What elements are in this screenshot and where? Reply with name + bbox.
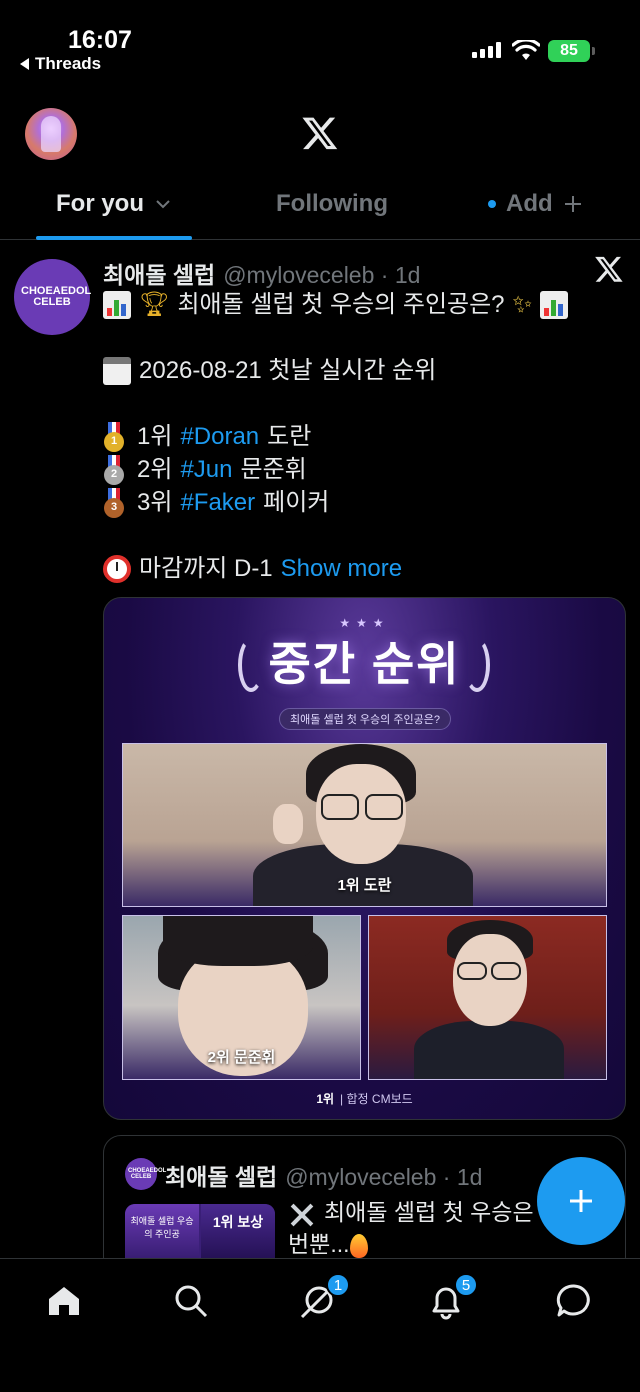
tweet-time: 1d [394,262,421,288]
nav-search[interactable] [171,1281,211,1321]
tab-add[interactable]: Add [488,190,583,218]
back-to-app-link[interactable]: Threads [20,54,101,74]
profile-avatar[interactable] [25,108,77,160]
rank2-photo: 2위 문준휘 [122,915,361,1080]
tab-following[interactable]: Following [276,190,388,218]
hashtag-link[interactable]: #Jun [180,453,232,486]
media-footer-rank: 1위 [316,1092,335,1106]
nav-home[interactable] [44,1281,84,1321]
messages-badge: 1 [326,1273,350,1297]
battery-indicator: 85 [548,40,595,62]
timeline-tabs: For you Following Add [0,172,640,240]
media-footer-text: 합정 CM보드 [346,1092,413,1106]
notifications-badge: 5 [454,1273,478,1297]
ranking-row: 3 3위 #Faker 페이커 [103,486,623,519]
nav-grok[interactable]: 1 [298,1273,350,1321]
tab-following-label: Following [276,190,388,217]
compose-post-button[interactable] [537,1157,625,1245]
x-logo-icon [302,117,338,150]
quoted-tweet-text: 최애돌 셀럽 첫 우승은 번뿐... [288,1199,534,1258]
bar-chart-icon [540,290,569,319]
nav-messages[interactable] [554,1281,594,1321]
rank-label: 1위 [137,423,173,450]
rank-label: 2위 [137,456,173,483]
nav-notifications[interactable]: 5 [426,1273,478,1321]
chevron-down-icon [156,200,170,209]
bottom-navigation: 1 5 [0,1258,640,1392]
quoted-tweet-header: 최애돌 셀럽 @myloveceleb · 1d [165,1158,482,1192]
chat-bubble-icon [556,1284,590,1317]
quoted-author-handle: @myloveceleb · 1d [285,1164,483,1190]
show-more-link[interactable]: Show more [281,552,402,585]
media-subtitle: 최애돌 셀럽 첫 우승의 주인공은? [279,708,451,730]
alarm-clock-icon [103,554,131,583]
sparkles-icon: ✨︎ [512,291,533,318]
rank-name: 문준휘 [240,456,307,483]
plus-icon [570,1190,592,1212]
rank-label: 3위 [137,489,173,516]
rank1-caption: 1위 도란 [337,877,392,894]
back-arrow-icon [20,58,29,70]
media-footer: 1위 | 합정 CM보드 [316,1092,413,1106]
battery-level: 85 [560,42,578,59]
crossed-swords-icon [288,1201,316,1227]
tweet-avatar-text: CHOEAEDOL CELEB [21,285,92,308]
tweet-deadline: 마감까지 D-1 [139,555,273,582]
tweet-media-image[interactable]: ★★★ 중간 순위 최애돌 셀럽 첫 우승의 주인공은? 1위 도란 2위 문준… [103,597,626,1120]
unread-dot-icon [488,200,496,208]
bronze-medal-icon: 3 [103,487,125,518]
active-tab-indicator [36,236,192,240]
plus-icon [564,196,581,212]
tweet-text: 🏆︎ 최애돌 셀럽 첫 우승의 주인공은? ✨︎ 2026-08-21 첫날 실… [103,288,623,585]
status-bar: 16:07 Threads 85 [0,0,640,88]
tweet-author-name[interactable]: 최애돌 셀럽 [103,256,215,290]
tweet-author-avatar[interactable]: CHOEAEDOL CELEB [14,259,92,335]
rank-name: 페이커 [263,489,330,516]
bar-chart-icon [103,290,131,319]
quoted-author-avatar: CHOEAEDOL CELEB [125,1158,166,1190]
tab-for-you[interactable]: For you [56,190,172,218]
rank3-photo [368,915,607,1080]
back-app-label: Threads [35,54,102,73]
ranking-row: 2 2위 #Jun 문준휘 [103,453,623,486]
rank-name: 도란 [267,423,312,450]
rank2-caption: 2위 문준휘 [207,1049,276,1066]
gold-medal-icon: 1 [103,421,125,452]
media-title: 중간 순위 [268,638,461,690]
quoted-author-name: 최애돌 셀럽 [165,1164,278,1190]
x-logo-icon[interactable] [594,254,624,284]
calendar-icon [103,356,131,385]
hashtag-link[interactable]: #Faker [180,486,255,519]
hashtag-link[interactable]: #Doran [180,420,259,453]
silver-medal-icon: 2 [103,454,125,485]
tweet-author-handle[interactable]: @myloveceleb · 1d [223,262,420,289]
search-icon [175,1285,208,1318]
trophy-icon: 🏆︎ [139,291,170,318]
rank1-photo: 1위 도란 [122,743,607,907]
tweet-title: 최애돌 셀럽 첫 우승의 주인공은? [177,291,505,318]
wifi-icon [512,40,540,60]
cellular-signal-icon [472,42,501,58]
tab-for-you-label: For you [56,190,144,217]
home-icon [49,1287,79,1315]
tweet-header: 최애돌 셀럽 @myloveceleb · 1d [103,256,420,290]
ranking-row: 1 1위 #Doran 도란 [103,420,623,453]
tweet-date-line: 2026-08-21 첫날 실시간 순위 [139,357,437,384]
status-time: 16:07 [68,26,132,54]
tab-add-label: Add [506,190,553,217]
fire-icon [349,1233,368,1258]
